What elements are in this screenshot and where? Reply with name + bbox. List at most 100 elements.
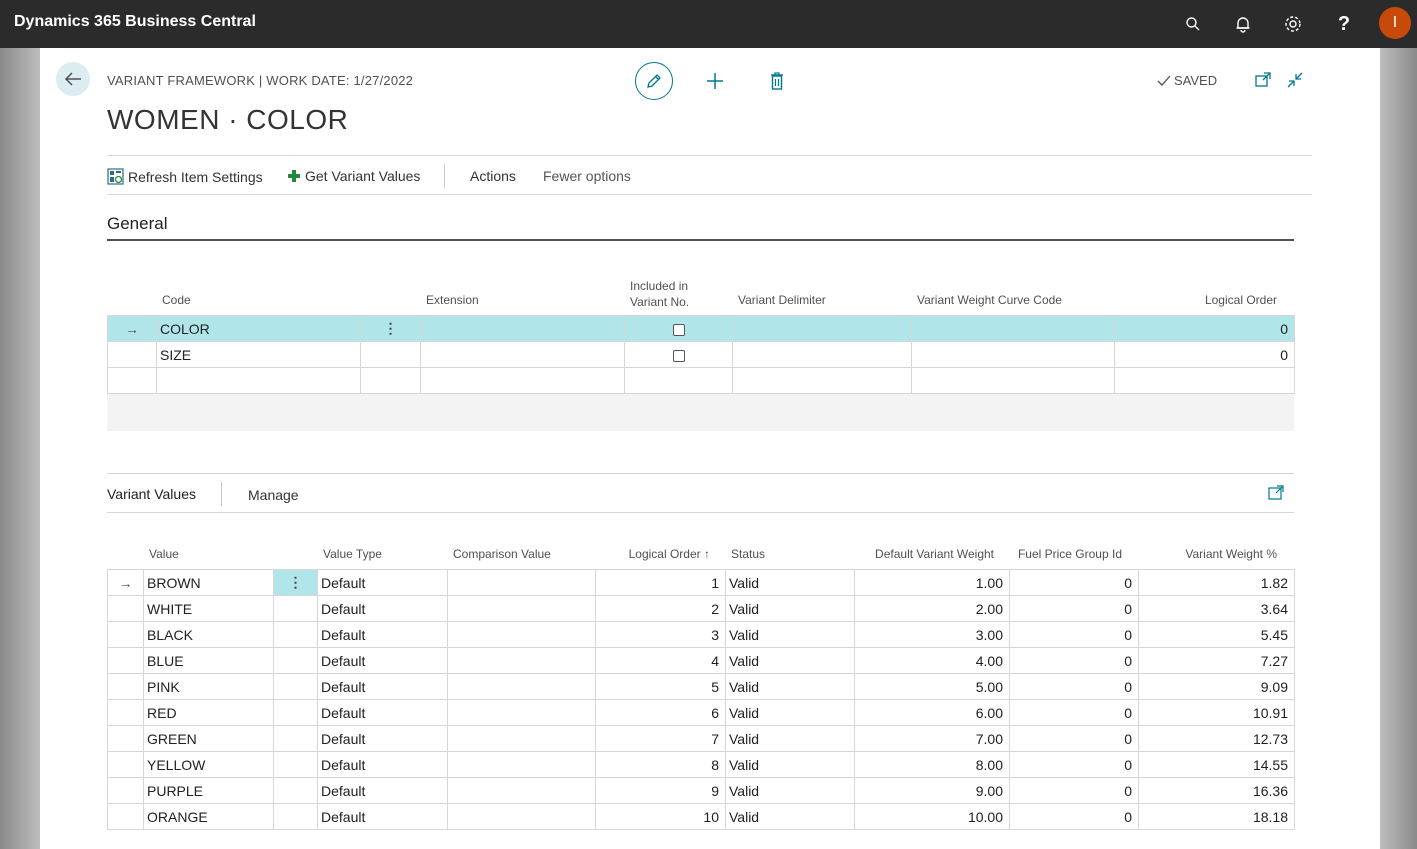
refresh-item-settings-button[interactable]: Refresh Item Settings <box>107 168 263 185</box>
column-header-comparison-value[interactable]: Comparison Value <box>453 547 551 561</box>
status-cell[interactable]: Valid <box>725 725 855 752</box>
status-cell[interactable]: Valid <box>725 803 855 830</box>
general-section-title[interactable]: General <box>107 214 167 234</box>
column-header-extension[interactable]: Extension <box>426 293 479 307</box>
logical-order-cell[interactable]: 2 <box>595 595 726 622</box>
value-type-cell[interactable]: Default <box>317 777 448 804</box>
new-button[interactable] <box>703 69 727 93</box>
included-checkbox-cell[interactable] <box>624 341 733 368</box>
column-header-status[interactable]: Status <box>731 547 765 561</box>
variant-weight-pct-cell[interactable]: 7.27 <box>1138 647 1295 674</box>
variant-weight-pct-cell[interactable]: 3.64 <box>1138 595 1295 622</box>
included-checkbox[interactable] <box>672 323 685 336</box>
back-button[interactable] <box>56 62 90 96</box>
variant-weight-pct-cell[interactable]: 18.18 <box>1138 803 1295 830</box>
delete-button[interactable] <box>765 69 789 93</box>
extension-cell[interactable] <box>420 341 625 368</box>
variant-weight-pct-cell[interactable]: 12.73 <box>1138 725 1295 752</box>
table-row[interactable]: BLACK Default 3 Valid 3.00 0 5.45 <box>107 621 1295 648</box>
status-cell[interactable]: Valid <box>725 569 855 596</box>
variant-weight-pct-cell[interactable]: 1.82 <box>1138 569 1295 596</box>
default-variant-weight-cell[interactable]: 6.00 <box>854 699 1010 726</box>
manage-menu[interactable]: Manage <box>248 487 299 503</box>
table-row[interactable]: YELLOW Default 8 Valid 8.00 0 14.55 <box>107 751 1295 778</box>
column-header-variant-weight-pct[interactable]: Variant Weight % <box>1140 547 1277 561</box>
status-cell[interactable]: Valid <box>725 699 855 726</box>
variant-weight-pct-cell[interactable]: 14.55 <box>1138 751 1295 778</box>
row-menu-icon[interactable]: ⋮ <box>360 315 421 342</box>
variant-values-title[interactable]: Variant Values <box>107 486 196 502</box>
empty-new-row[interactable] <box>107 367 1295 394</box>
logical-order-cell[interactable]: 1 <box>595 569 726 596</box>
comparison-value-cell[interactable] <box>447 647 596 674</box>
table-row[interactable]: PURPLE Default 9 Valid 9.00 0 16.36 <box>107 777 1295 804</box>
comparison-value-cell[interactable] <box>447 699 596 726</box>
comparison-value-cell[interactable] <box>447 803 596 830</box>
variant-weight-pct-cell[interactable]: 5.45 <box>1138 621 1295 648</box>
status-cell[interactable]: Valid <box>725 751 855 778</box>
table-row[interactable]: RED Default 6 Valid 6.00 0 10.91 <box>107 699 1295 726</box>
table-row[interactable]: ORANGE Default 10 Valid 10.00 0 18.18 <box>107 803 1295 830</box>
open-in-new-window-icon[interactable] <box>1254 71 1274 91</box>
status-cell[interactable]: Valid <box>725 647 855 674</box>
column-header-fuel-price-group-id[interactable]: Fuel Price Group Id <box>1010 547 1122 561</box>
logical-order-cell[interactable]: 8 <box>595 751 726 778</box>
value-type-cell[interactable]: Default <box>317 647 448 674</box>
fuel-price-group-id-cell[interactable]: 0 <box>1009 725 1139 752</box>
default-variant-weight-cell[interactable]: 8.00 <box>854 751 1010 778</box>
value-cell[interactable]: WHITE <box>143 595 274 622</box>
table-row[interactable]: SIZE 0 <box>107 341 1295 368</box>
actions-menu[interactable]: Actions <box>470 168 516 184</box>
delimiter-cell[interactable] <box>732 315 912 342</box>
status-cell[interactable]: Valid <box>725 595 855 622</box>
fuel-price-group-id-cell[interactable]: 0 <box>1009 569 1139 596</box>
value-cell[interactable]: BROWN <box>143 569 274 596</box>
table-row[interactable]: BLUE Default 4 Valid 4.00 0 7.27 <box>107 647 1295 674</box>
value-cell[interactable]: PINK <box>143 673 274 700</box>
value-cell[interactable]: PURPLE <box>143 777 274 804</box>
get-variant-values-button[interactable]: Get Variant Values <box>287 168 420 184</box>
status-cell[interactable]: Valid <box>725 621 855 648</box>
value-type-cell[interactable]: Default <box>317 673 448 700</box>
default-variant-weight-cell[interactable]: 7.00 <box>854 725 1010 752</box>
variant-weight-pct-cell[interactable]: 16.36 <box>1138 777 1295 804</box>
comparison-value-cell[interactable] <box>447 751 596 778</box>
value-cell[interactable]: BLUE <box>143 647 274 674</box>
column-header-default-variant-weight[interactable]: Default Variant Weight <box>855 547 994 561</box>
logical-order-cell[interactable]: 0 <box>1114 341 1295 368</box>
value-type-cell[interactable]: Default <box>317 803 448 830</box>
curve-code-cell[interactable] <box>911 341 1115 368</box>
table-row[interactable]: GREEN Default 7 Valid 7.00 0 12.73 <box>107 725 1295 752</box>
logical-order-cell[interactable]: 3 <box>595 621 726 648</box>
status-cell[interactable]: Valid <box>725 777 855 804</box>
value-type-cell[interactable]: Default <box>317 621 448 648</box>
status-cell[interactable]: Valid <box>725 673 855 700</box>
value-cell[interactable]: RED <box>143 699 274 726</box>
logical-order-cell[interactable]: 5 <box>595 673 726 700</box>
column-header-included-line2[interactable]: Variant No. <box>630 295 689 309</box>
fuel-price-group-id-cell[interactable]: 0 <box>1009 621 1139 648</box>
fuel-price-group-id-cell[interactable]: 0 <box>1009 673 1139 700</box>
curve-code-cell[interactable] <box>911 315 1115 342</box>
default-variant-weight-cell[interactable]: 9.00 <box>854 777 1010 804</box>
code-cell[interactable]: SIZE <box>156 341 361 368</box>
comparison-value-cell[interactable] <box>447 595 596 622</box>
default-variant-weight-cell[interactable]: 2.00 <box>854 595 1010 622</box>
default-variant-weight-cell[interactable]: 10.00 <box>854 803 1010 830</box>
comparison-value-cell[interactable] <box>447 673 596 700</box>
search-icon[interactable] <box>1181 12 1205 36</box>
fuel-price-group-id-cell[interactable]: 0 <box>1009 595 1139 622</box>
value-type-cell[interactable]: Default <box>317 699 448 726</box>
fuel-price-group-id-cell[interactable]: 0 <box>1009 699 1139 726</box>
table-row[interactable]: WHITE Default 2 Valid 2.00 0 3.64 <box>107 595 1295 622</box>
logical-order-cell[interactable]: 10 <box>595 803 726 830</box>
logical-order-cell[interactable]: 6 <box>595 699 726 726</box>
app-title[interactable]: Dynamics 365 Business Central <box>14 13 256 31</box>
comparison-value-cell[interactable] <box>447 725 596 752</box>
fuel-price-group-id-cell[interactable]: 0 <box>1009 751 1139 778</box>
value-type-cell[interactable]: Default <box>317 725 448 752</box>
column-header-included-line1[interactable]: Included in <box>630 279 688 293</box>
table-row[interactable]: → BROWN ⋮ Default 1 Valid 1.00 0 1.82 <box>107 569 1295 596</box>
delimiter-cell[interactable] <box>732 341 912 368</box>
logical-order-cell[interactable]: 9 <box>595 777 726 804</box>
